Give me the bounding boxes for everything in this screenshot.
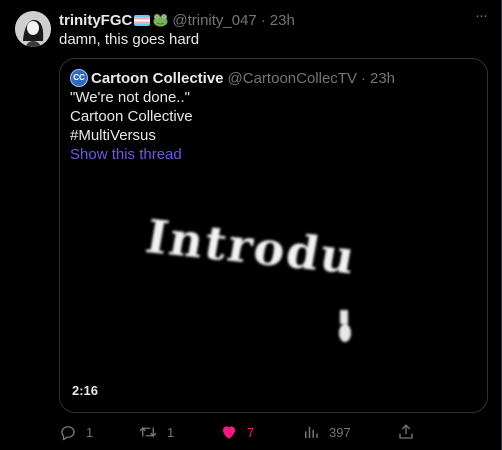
avatar[interactable] bbox=[15, 11, 51, 47]
video-player[interactable]: Introdu 2:16 bbox=[60, 165, 487, 412]
frog-icon bbox=[153, 13, 168, 27]
show-thread-link[interactable]: Show this thread bbox=[70, 145, 193, 164]
tweet[interactable]: trinityFGC @trinity_047 · 23h ··· damn, … bbox=[0, 0, 502, 450]
more-options-icon[interactable]: ··· bbox=[472, 8, 490, 28]
retweet-button[interactable]: 1 bbox=[138, 421, 174, 443]
view-count: 397 bbox=[329, 424, 351, 440]
share-icon bbox=[399, 424, 413, 439]
video-frame: Introdu bbox=[142, 209, 361, 342]
retweet-icon bbox=[139, 426, 157, 438]
reply-count: 1 bbox=[86, 424, 94, 440]
quoted-display-name: Cartoon Collective bbox=[91, 69, 224, 87]
video-duration: 2:16 bbox=[72, 383, 99, 398]
quoted-hashtag[interactable]: #MultiVersus bbox=[70, 126, 193, 145]
quoted-avatar: CC bbox=[70, 69, 88, 87]
handle[interactable]: @trinity_047 bbox=[172, 12, 256, 29]
retweet-count: 1 bbox=[167, 424, 175, 440]
action-bar: 1 1 7 397 bbox=[59, 421, 419, 443]
quoted-tweet[interactable]: CC Cartoon Collective @CartoonCollecTV ·… bbox=[59, 58, 488, 413]
timestamp[interactable]: 23h bbox=[270, 12, 295, 29]
quoted-handle: @CartoonCollecTV bbox=[227, 69, 357, 87]
heart-icon bbox=[223, 426, 235, 439]
quoted-tweet-text: "We're not done.." Cartoon Collective #M… bbox=[70, 88, 193, 164]
separator-dot: · bbox=[260, 11, 266, 29]
share-button[interactable] bbox=[397, 421, 424, 443]
reply-button[interactable]: 1 bbox=[59, 421, 93, 443]
quoted-tweet-header: CC Cartoon Collective @CartoonCollecTV ·… bbox=[70, 68, 395, 88]
views-button[interactable]: 397 bbox=[302, 421, 351, 443]
tweet-text: damn, this goes hard bbox=[59, 31, 200, 48]
video-overlay-text: Introdu bbox=[142, 209, 361, 284]
reply-icon bbox=[61, 426, 75, 441]
trans-flag-icon bbox=[134, 14, 151, 26]
like-count: 7 bbox=[247, 424, 255, 440]
display-name[interactable]: trinityFGC bbox=[59, 12, 132, 29]
quoted-line: Cartoon Collective bbox=[70, 108, 193, 125]
quoted-line: "We're not done.." bbox=[70, 89, 190, 106]
separator-dot: · bbox=[360, 69, 366, 87]
tweet-header: trinityFGC @trinity_047 · 23h bbox=[59, 10, 295, 30]
views-icon bbox=[305, 426, 318, 438]
quoted-timestamp: 23h bbox=[369, 69, 396, 87]
like-button[interactable]: 7 bbox=[220, 421, 254, 443]
